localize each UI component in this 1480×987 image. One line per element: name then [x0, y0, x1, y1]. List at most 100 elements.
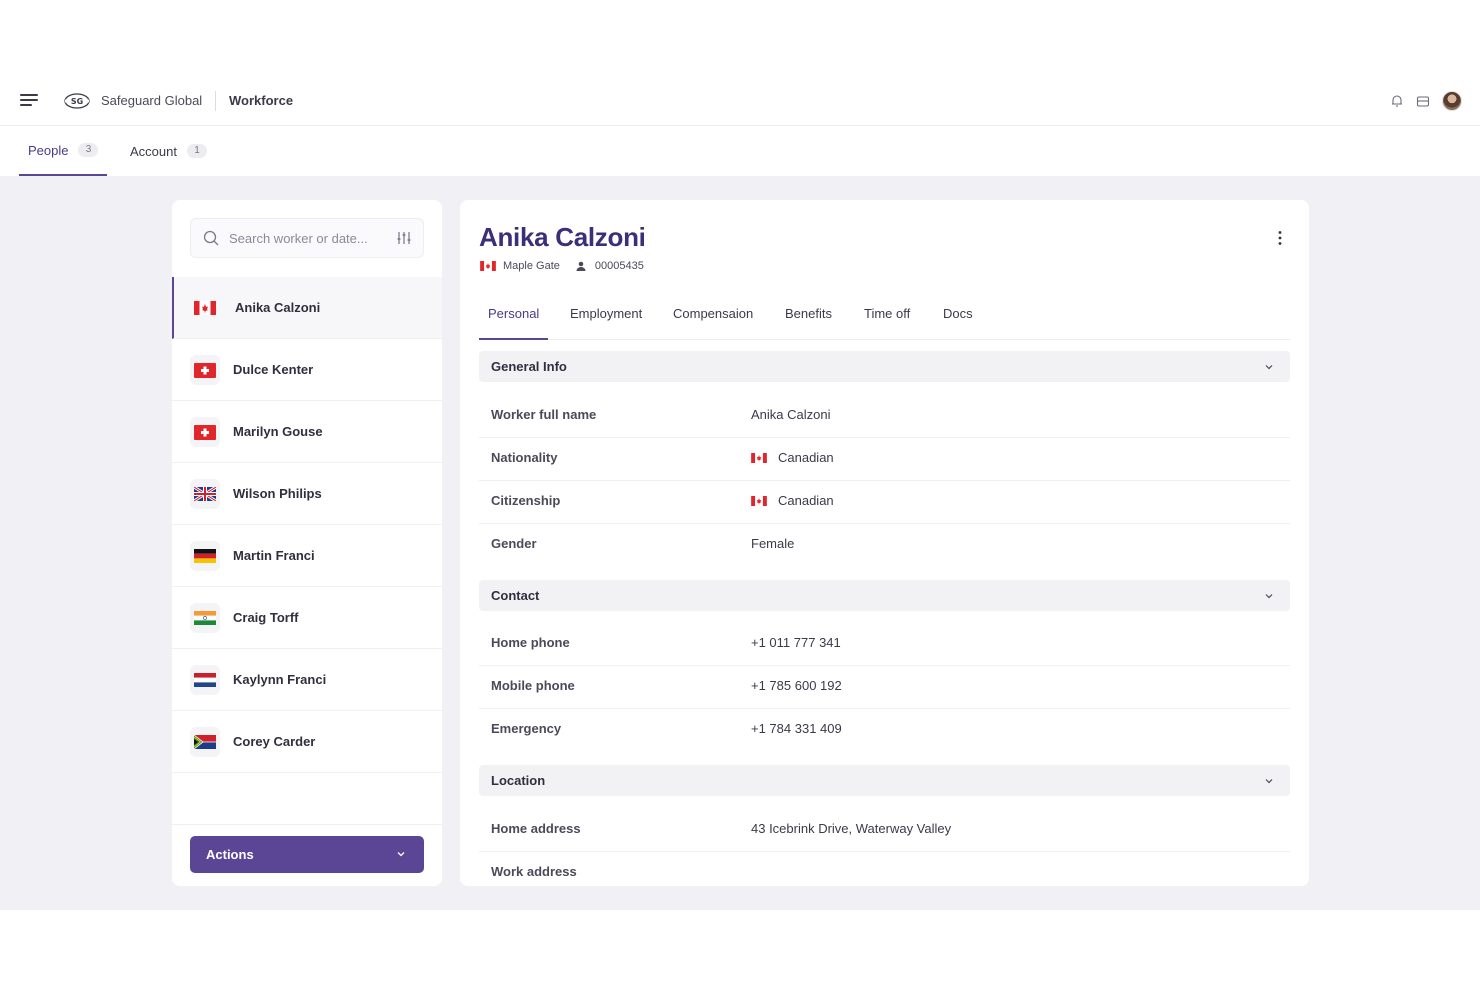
worker-row-craig-torff[interactable]: Craig Torff: [172, 587, 442, 649]
field-value: +1 011 777 341: [751, 635, 841, 650]
actions-button[interactable]: Actions: [190, 836, 424, 873]
search-icon: [203, 230, 219, 246]
flag-container: [190, 479, 220, 509]
worker-name: Kaylynn Franci: [233, 672, 327, 687]
chevron-down-icon: [1265, 779, 1273, 784]
chevron-down-icon: [1265, 365, 1273, 370]
section-location[interactable]: Location: [479, 765, 1290, 796]
south-africa-flag-icon: [194, 735, 216, 749]
field-row-gender: Gender Female: [479, 524, 1290, 567]
field-row-home-phone: Home phone +1 011 777 341: [479, 623, 1290, 666]
worker-name: Dulce Kenter: [233, 362, 314, 377]
field-label: Nationality: [491, 450, 558, 465]
india-flag-icon: [194, 611, 216, 625]
actions-label: Actions: [206, 847, 254, 862]
uk-flag-icon: [194, 487, 216, 501]
worker-location: Maple Gate: [503, 260, 560, 272]
top-bar: SG Safeguard Global Workforce: [0, 76, 1480, 126]
field-value-wrap: Canadian: [751, 450, 834, 465]
tab-people[interactable]: People 3: [19, 126, 108, 176]
switzerland-flag-icon: [194, 424, 216, 440]
worker-name: Corey Carder: [233, 734, 316, 749]
netherlands-flag-icon: [194, 673, 216, 687]
flag-container: [190, 355, 220, 385]
tab-benefits[interactable]: Benefits: [785, 296, 832, 340]
menu-icon[interactable]: [20, 94, 38, 108]
svg-text:SG: SG: [71, 97, 83, 106]
canada-flag-icon: [194, 301, 216, 315]
account-count-badge: 1: [186, 144, 207, 158]
field-value: +1 784 331 409: [751, 721, 842, 736]
field-value-wrap: Canadian: [751, 493, 834, 508]
field-label: Work address: [491, 864, 577, 879]
section-contact[interactable]: Contact: [479, 580, 1290, 611]
user-icon: [576, 261, 586, 271]
field-label: Worker full name: [491, 407, 597, 422]
field-value: +1 785 600 192: [751, 678, 842, 693]
field-row-emergency: Emergency +1 784 331 409: [479, 709, 1290, 752]
tab-time-off[interactable]: Time off: [864, 296, 910, 340]
filter-sliders-icon[interactable]: [397, 231, 411, 245]
switzerland-flag-icon: [194, 362, 216, 378]
field-label: Home address: [491, 821, 581, 836]
inbox-icon[interactable]: [1416, 94, 1430, 108]
field-label: Mobile phone: [491, 678, 575, 693]
field-value: Canadian: [778, 450, 834, 465]
detail-tabs: Personal Employment Compensaion Benefits…: [479, 296, 1290, 340]
flag-container: [190, 541, 220, 571]
worker-row-dulce-kenter[interactable]: Dulce Kenter: [172, 339, 442, 401]
divider: [215, 91, 216, 111]
field-value: Canadian: [778, 493, 834, 508]
worker-row-marilyn-gouse[interactable]: Marilyn Gouse: [172, 401, 442, 463]
field-row-full-name: Worker full name Anika Calzoni: [479, 395, 1290, 438]
tab-employment[interactable]: Employment: [570, 296, 642, 340]
bell-icon[interactable]: [1390, 94, 1404, 108]
chevron-down-icon: [397, 852, 405, 857]
section-title: General Info: [491, 359, 567, 374]
worker-row-corey-carder[interactable]: Corey Carder: [172, 711, 442, 773]
product-name: Workforce: [229, 93, 294, 108]
more-options-icon[interactable]: [1277, 230, 1283, 246]
field-row-home-address: Home address 43 Icebrink Drive, Waterway…: [479, 809, 1290, 852]
worker-id: 00005435: [594, 260, 644, 272]
flag-container: [190, 727, 220, 757]
field-value: Female: [751, 536, 795, 551]
worker-row-anika-calzoni[interactable]: Anika Calzoni: [172, 277, 442, 339]
tab-account[interactable]: Account 1: [130, 126, 207, 176]
germany-flag-icon: [194, 549, 216, 563]
field-label: Emergency: [491, 721, 562, 736]
canada-flag-icon: [751, 495, 767, 506]
search-input[interactable]: [229, 228, 379, 248]
field-value: Anika Calzoni: [751, 407, 831, 422]
worker-name: Wilson Philips: [233, 486, 322, 501]
brand-name: Safeguard Global: [101, 93, 203, 108]
flag-container: [190, 293, 220, 323]
tab-compensation[interactable]: Compensaion: [673, 296, 753, 340]
tab-personal[interactable]: Personal: [479, 296, 549, 340]
tab-account-label: Account: [130, 143, 177, 159]
section-general-info[interactable]: General Info: [479, 351, 1290, 382]
tab-people-label: People: [28, 142, 69, 158]
flag-container: [190, 417, 220, 447]
worker-row-martin-franci[interactable]: Martin Franci: [172, 525, 442, 587]
field-row-work-address: Work address: [479, 852, 1290, 886]
canada-flag-icon: [480, 261, 496, 271]
worker-list: Anika Calzoni Dulce Kenter Marilyn Gouse: [172, 277, 442, 773]
worker-detail-panel: Anika Calzoni Maple Gate 00005435 Person…: [460, 200, 1309, 886]
safeguard-logo-icon: SG: [64, 93, 90, 109]
flag-container: [190, 603, 220, 633]
worker-list-panel: Anika Calzoni Dulce Kenter Marilyn Gouse: [172, 200, 442, 886]
worker-meta: Maple Gate 00005435: [480, 260, 644, 272]
people-count-badge: 3: [78, 143, 99, 157]
page-title: Anika Calzoni: [479, 222, 646, 252]
worker-row-kaylynn-franci[interactable]: Kaylynn Franci: [172, 649, 442, 711]
tab-docs[interactable]: Docs: [943, 296, 973, 340]
field-label: Gender: [491, 536, 537, 551]
worker-row-wilson-philips[interactable]: Wilson Philips: [172, 463, 442, 525]
worker-name: Martin Franci: [233, 548, 315, 563]
avatar[interactable]: [1442, 91, 1462, 111]
field-value: 43 Icebrink Drive, Waterway Valley: [751, 821, 952, 836]
field-row-citizenship: Citizenship Canadian: [479, 481, 1290, 524]
main-tabs: People 3 Account 1: [0, 126, 1480, 176]
flag-container: [190, 665, 220, 695]
